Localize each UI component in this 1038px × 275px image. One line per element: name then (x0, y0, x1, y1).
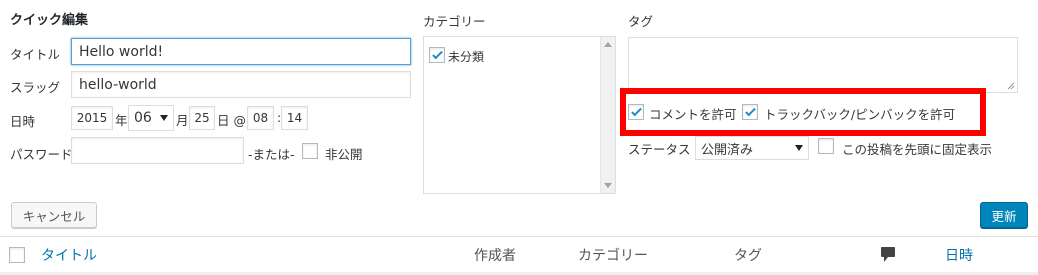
password-input[interactable] (71, 137, 244, 164)
comment-icon[interactable] (881, 247, 895, 263)
quick-edit-title: クイック編集 (10, 13, 89, 28)
day-input[interactable]: 25 (189, 106, 215, 130)
slug-label: スラッグ (10, 80, 61, 95)
status-select[interactable]: 公開済み (695, 136, 809, 160)
month-select[interactable]: 06 (128, 105, 174, 131)
category-list[interactable]: 未分類 (423, 36, 616, 194)
divider (0, 236, 1038, 237)
column-header-author: 作成者 (474, 248, 516, 264)
allow-pings-checkbox[interactable] (742, 104, 758, 120)
sticky-label: この投稿を先頭に固定表示 (842, 142, 993, 157)
sticky-checkbox[interactable] (818, 138, 834, 154)
slug-input-value: hello-world (79, 76, 157, 93)
category-scrollbar[interactable] (600, 37, 615, 193)
minute-value: 14 (286, 111, 303, 125)
minute-input[interactable]: 14 (281, 106, 308, 130)
private-checkbox[interactable] (302, 143, 318, 159)
title-input-value: Hello world! (79, 43, 164, 60)
update-button[interactable]: 更新 (980, 202, 1028, 228)
scroll-up-icon[interactable] (604, 42, 612, 47)
category-label: カテゴリー (423, 14, 486, 29)
column-header-categories: カテゴリー (578, 248, 648, 264)
category-item-label: 未分類 (448, 50, 485, 64)
column-header-date[interactable]: 日時 (945, 245, 973, 265)
allow-pings-label: トラックバック/ピンバックを許可 (764, 107, 956, 122)
chevron-down-icon (795, 145, 803, 151)
cancel-button[interactable]: キャンセル (11, 202, 97, 228)
year-value: 2015 (76, 111, 108, 125)
checkmark-icon (431, 48, 443, 59)
month-value: 06 (134, 110, 152, 126)
column-header-title[interactable]: タイトル (41, 245, 97, 265)
title-input[interactable]: Hello world! (71, 38, 411, 65)
year-input[interactable]: 2015 (71, 106, 113, 130)
column-header-tags: タグ (734, 248, 762, 264)
resize-handle-icon[interactable] (1007, 82, 1015, 90)
month-suffix: 月 (176, 113, 189, 128)
or-label: -または- (248, 147, 295, 162)
category-checkbox[interactable] (429, 47, 445, 63)
tags-label: タグ (628, 14, 654, 29)
scroll-down-icon[interactable] (604, 183, 612, 188)
hour-input[interactable]: 08 (247, 106, 274, 130)
day-suffix: 日 @ (217, 113, 246, 128)
tags-textarea[interactable] (628, 37, 1018, 93)
password-label: パスワード (10, 147, 73, 162)
checkmark-icon (744, 105, 756, 116)
year-suffix: 年 (115, 113, 128, 128)
checkmark-icon (630, 105, 642, 116)
date-label: 日時 (10, 114, 36, 129)
title-label: タイトル (10, 47, 61, 62)
slug-input[interactable]: hello-world (71, 71, 411, 98)
status-value: 公開済み (701, 142, 754, 158)
allow-comments-label: コメントを許可 (649, 107, 737, 122)
select-all-checkbox[interactable] (9, 247, 25, 263)
allow-comments-checkbox[interactable] (628, 104, 644, 120)
status-label: ステータス (628, 142, 691, 157)
hour-value: 08 (252, 111, 269, 125)
day-value: 25 (194, 111, 210, 125)
private-label: 非公開 (325, 147, 363, 162)
chevron-down-icon (160, 115, 168, 121)
